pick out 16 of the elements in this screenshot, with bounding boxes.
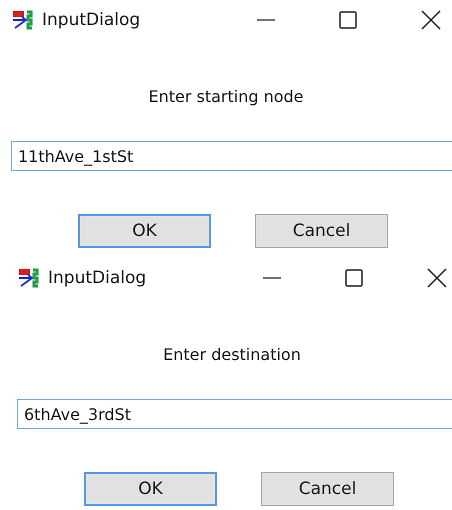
maximize-icon[interactable] [343, 267, 365, 289]
window-title: InputDialog [48, 268, 146, 288]
ok-button[interactable]: OK [78, 214, 211, 248]
prompt-label: Enter destination [162, 345, 302, 364]
app-icon [18, 268, 40, 288]
prompt-label: Enter starting node [147, 87, 305, 106]
cancel-button[interactable]: Cancel [255, 214, 388, 248]
input-field[interactable]: 11thAve_1stSt [11, 141, 452, 171]
window-title: InputDialog [42, 10, 140, 30]
input-field[interactable]: 6thAve_3rdSt [17, 399, 452, 429]
app-icon [12, 10, 34, 30]
ok-button[interactable]: OK [84, 472, 217, 506]
close-icon[interactable] [426, 267, 448, 289]
maximize-icon[interactable] [337, 9, 359, 31]
close-icon[interactable] [420, 9, 442, 31]
cancel-button[interactable]: Cancel [261, 472, 394, 506]
